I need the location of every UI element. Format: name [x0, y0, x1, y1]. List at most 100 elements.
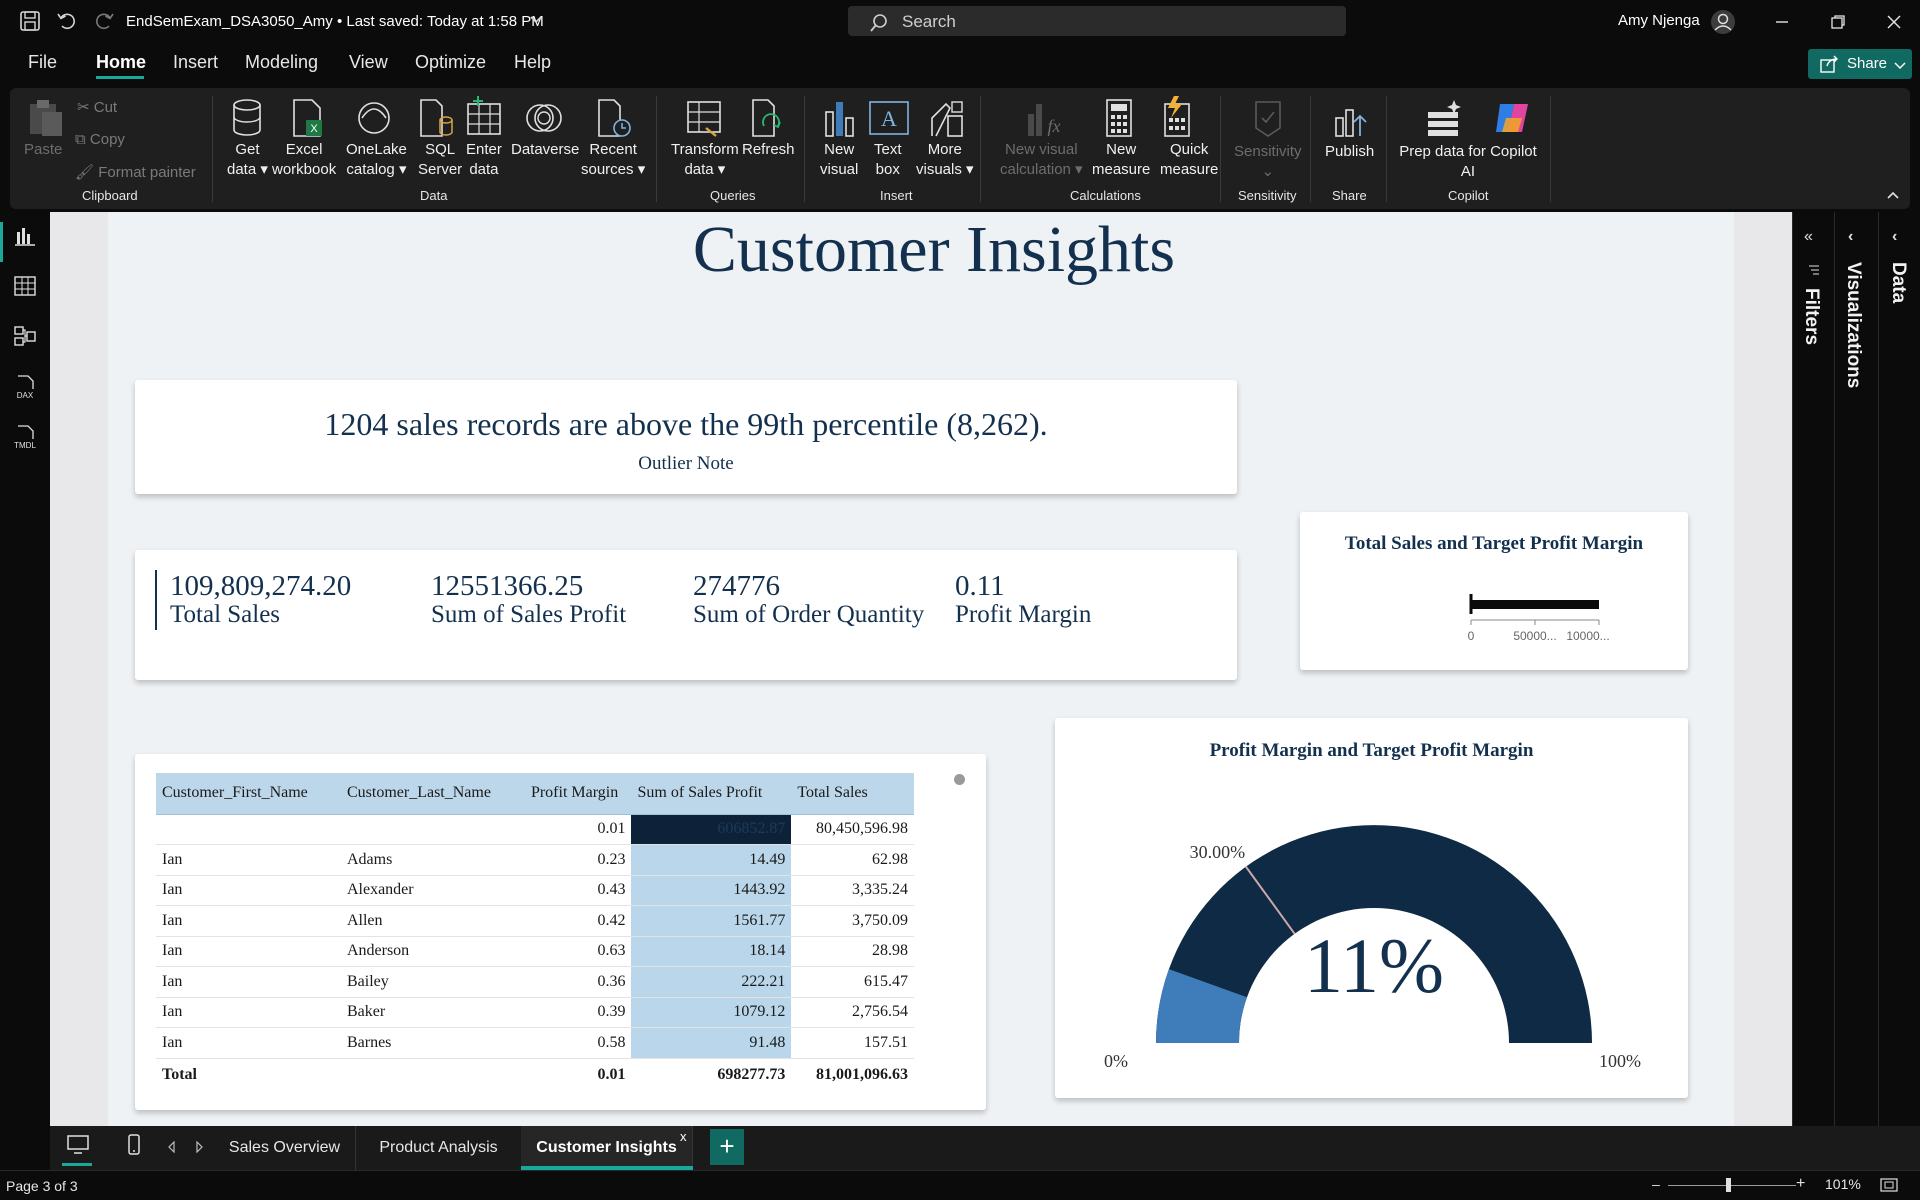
minimize-button[interactable] — [1770, 10, 1794, 34]
column-header[interactable]: Customer_Last_Name — [340, 773, 525, 815]
table-row[interactable]: Ian Baker 0.39 1079.12 2,756.54 — [156, 997, 914, 1028]
previous-page-chevron-icon[interactable] — [167, 1140, 177, 1158]
table-row[interactable]: Ian Alexander 0.43 1443.92 3,335.24 — [156, 875, 914, 906]
table-row[interactable]: Ian Bailey 0.36 222.21 615.47 — [156, 966, 914, 998]
prep-data-label-2: AI — [1460, 163, 1476, 180]
prep-data-copilot-button[interactable]: Prep data for Copilot AI — [1398, 142, 1538, 182]
search-input[interactable]: Search — [848, 6, 1346, 36]
data-pane[interactable] — [1878, 212, 1920, 1126]
expand-data-chevron-icon[interactable]: ‹ — [1892, 228, 1897, 246]
menu-help[interactable]: Help — [514, 52, 551, 73]
document-title[interactable]: EndSemExam_DSA3050_Amy • Last saved: Tod… — [126, 13, 544, 30]
text-box-button[interactable]: Text box — [874, 140, 902, 180]
table-cell: 222.21 — [631, 966, 792, 998]
menu-insert[interactable]: Insert — [173, 52, 218, 73]
sql-server-button[interactable]: SQL Server — [418, 140, 462, 180]
refresh-button[interactable]: Refresh — [742, 140, 795, 160]
close-window-button[interactable] — [1882, 10, 1906, 34]
table-row[interactable]: Ian Anderson 0.63 18.14 28.98 — [156, 936, 914, 967]
transform-data-button[interactable]: Transform data ▾ — [671, 140, 739, 180]
table-row[interactable]: Ian Adams 0.23 14.49 62.98 — [156, 844, 914, 876]
add-page-button[interactable]: + — [710, 1129, 744, 1165]
new-visual-calculation-button[interactable]: New visual calculation ▾ — [1000, 140, 1083, 180]
filters-pane-label[interactable]: Filters — [1800, 288, 1822, 345]
data-pane-label[interactable]: Data — [1887, 262, 1909, 303]
tab-customer-insights[interactable]: Customer Insights — [521, 1126, 693, 1170]
zoom-in-button[interactable]: + — [1796, 1175, 1805, 1193]
recent-sources-button[interactable]: Recent sources ▾ — [581, 140, 645, 180]
model-view-icon[interactable] — [12, 324, 38, 350]
close-tab-icon[interactable]: x — [680, 1129, 687, 1144]
title-dropdown-chevron-icon[interactable] — [529, 13, 543, 32]
dataverse-button[interactable]: Dataverse — [511, 140, 579, 160]
table-scrollbar-thumb[interactable] — [954, 774, 965, 785]
column-header[interactable]: Profit Margin — [524, 773, 632, 815]
user-name[interactable]: Amy Njenga — [1618, 12, 1700, 29]
menu-file[interactable]: File — [28, 52, 57, 73]
tab-product-analysis[interactable]: Product Analysis — [356, 1126, 522, 1170]
sensitivity-group-label: Sensitivity — [1238, 188, 1297, 203]
table-row[interactable]: 0.01 606852.87 80,450,596.98 — [156, 814, 914, 845]
collapse-ribbon-chevron-icon[interactable] — [1886, 188, 1900, 206]
table-cell: 615.47 — [791, 966, 914, 998]
table-total-cell: 81,001,096.63 — [791, 1057, 914, 1092]
tab-sales-overview[interactable]: Sales Overview — [214, 1126, 356, 1170]
zoom-level[interactable]: 101% — [1825, 1176, 1861, 1192]
report-view-icon[interactable] — [12, 224, 38, 250]
new-visual-button[interactable]: New visual — [820, 140, 858, 180]
column-header[interactable]: Customer_First_Name — [156, 773, 341, 815]
undo-icon[interactable] — [55, 9, 79, 39]
zoom-out-button[interactable]: – — [1652, 1176, 1660, 1192]
filter-icon — [1807, 263, 1821, 282]
fit-to-page-icon[interactable] — [1880, 1178, 1898, 1197]
new-visual-label-2: visual — [820, 161, 859, 178]
menu-optimize[interactable]: Optimize — [415, 52, 486, 73]
bullet-chart: 0 50000... 10000... — [1468, 594, 1610, 643]
copy-button[interactable]: ⧉ Copy — [75, 131, 125, 148]
paste-button[interactable]: Paste — [24, 140, 62, 160]
table-header-row: Customer_First_Name Customer_Last_Name P… — [156, 773, 914, 815]
visualizations-pane-label[interactable]: Visualizations — [1842, 262, 1864, 388]
table-row[interactable]: Ian Allen 0.42 1561.77 3,750.09 — [156, 905, 914, 937]
column-header[interactable]: Sum of Sales Profit — [631, 773, 792, 815]
publish-button[interactable]: Publish — [1325, 142, 1374, 162]
dax-query-view-icon[interactable]: DAX — [12, 374, 38, 400]
menu-modeling[interactable]: Modeling — [245, 52, 318, 73]
get-data-button[interactable]: Get data ▾ — [227, 140, 268, 180]
table-row[interactable]: Ian Barnes 0.58 91.48 157.51 — [156, 1027, 914, 1059]
tmdl-view-icon[interactable]: TMDL — [12, 424, 38, 450]
enter-data-button[interactable]: Enter data — [466, 140, 502, 180]
avatar[interactable] — [1710, 9, 1736, 40]
table-cell: Alexander — [340, 875, 525, 906]
share-button[interactable]: Share — [1808, 49, 1912, 79]
menu-view[interactable]: View — [349, 52, 388, 73]
filters-pane[interactable] — [1792, 212, 1832, 1126]
redo-icon[interactable] — [92, 9, 116, 39]
new-measure-button[interactable]: New measure — [1092, 140, 1150, 180]
menu-home[interactable]: Home — [96, 52, 146, 73]
mobile-layout-icon[interactable] — [126, 1134, 142, 1161]
excel-icon: X — [290, 98, 324, 143]
desktop-layout-icon[interactable] — [66, 1134, 90, 1161]
customer-table[interactable]: Customer_First_Name Customer_Last_Name P… — [156, 773, 914, 1092]
column-header[interactable]: Total Sales — [791, 773, 914, 815]
more-visuals-button[interactable]: More visuals ▾ — [916, 140, 974, 180]
zoom-slider-thumb[interactable] — [1726, 1178, 1731, 1192]
expand-filters-chevron-icon[interactable]: « — [1804, 228, 1813, 246]
save-icon[interactable] — [18, 9, 42, 39]
expand-visualizations-chevron-icon[interactable]: ‹ — [1848, 228, 1853, 246]
excel-workbook-button[interactable]: Excel workbook — [272, 140, 336, 180]
cut-button[interactable]: ✂ Cut — [77, 98, 117, 116]
status-bar — [0, 1170, 1920, 1200]
sensitivity-button[interactable]: Sensitivity ⌄ — [1234, 142, 1302, 182]
onelake-catalog-button[interactable]: OneLake catalog ▾ — [346, 140, 407, 180]
quick-measure-button[interactable]: Quick measure — [1160, 140, 1218, 180]
table-cell: 80,450,596.98 — [791, 814, 914, 845]
table-cell: 0.42 — [524, 905, 632, 937]
restore-button[interactable] — [1826, 10, 1850, 34]
zoom-slider[interactable] — [1668, 1185, 1796, 1186]
table-view-icon[interactable] — [12, 274, 38, 300]
format-painter-button[interactable]: 🖌 Format painter — [75, 163, 196, 181]
next-page-chevron-icon[interactable] — [194, 1140, 204, 1158]
copilot-icon[interactable] — [1492, 98, 1532, 143]
